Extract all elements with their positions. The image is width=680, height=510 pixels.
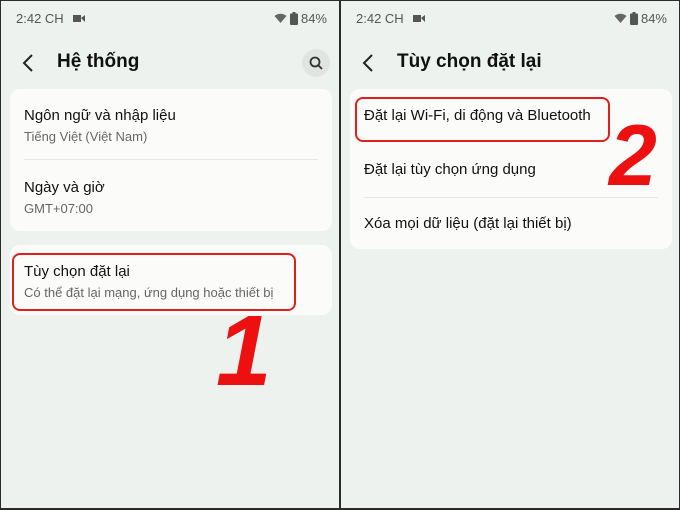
right-screen: 2:42 CH 84% Tùy chọn đặt lại Đặt lại Wi-… <box>341 1 679 508</box>
page-title: Hệ thống <box>57 51 140 72</box>
list-item-reset-options[interactable]: Tùy chọn đặt lại Có thể đặt lại mạng, ứn… <box>24 263 318 300</box>
page-title: Tùy chọn đặt lại <box>397 51 542 72</box>
item-subtitle: Tiếng Việt (Việt Nam) <box>24 129 148 144</box>
wifi-icon <box>274 13 287 23</box>
left-screen: 2:42 CH 84% Hệ thống Ngôn ngữ và nhập li… <box>1 1 339 508</box>
status-bar: 2:42 CH 84% <box>1 1 339 35</box>
item-title: Ngôn ngữ và nhập liệu <box>24 107 176 124</box>
status-time: 2:42 CH <box>356 11 404 26</box>
list-item-date-time[interactable]: Ngày và giờ GMT+07:00 <box>24 179 318 216</box>
wifi-icon <box>614 13 627 23</box>
video-camera-icon <box>73 15 85 22</box>
video-camera-icon <box>413 15 425 22</box>
item-title: Ngày và giờ <box>24 179 105 196</box>
reset-card: Tùy chọn đặt lại Có thể đặt lại mạng, ứn… <box>10 245 332 315</box>
item-title: Tùy chọn đặt lại <box>24 263 130 280</box>
list-item-language[interactable]: Ngôn ngữ và nhập liệu Tiếng Việt (Việt N… <box>24 107 318 144</box>
divider <box>24 159 318 160</box>
list-item-factory-reset[interactable]: Xóa mọi dữ liệu (đặt lại thiết bị) <box>364 215 658 232</box>
item-title: Xóa mọi dữ liệu (đặt lại thiết bị) <box>364 215 572 232</box>
item-subtitle: Có thể đặt lại mạng, ứng dụng hoặc thiết… <box>24 285 274 300</box>
status-time: 2:42 CH <box>16 11 64 26</box>
chevron-left-icon[interactable] <box>17 51 41 75</box>
step-number-2: 2 <box>609 108 657 204</box>
battery-icon <box>629 12 638 25</box>
app-header: Hệ thống <box>1 45 339 81</box>
app-header: Tùy chọn đặt lại <box>341 45 679 81</box>
settings-card: Ngôn ngữ và nhập liệu Tiếng Việt (Việt N… <box>10 89 332 231</box>
search-button[interactable] <box>302 49 330 77</box>
battery-icon <box>289 12 298 25</box>
step-number-1: 1 <box>216 295 272 407</box>
search-icon <box>309 56 323 70</box>
chevron-left-icon[interactable] <box>357 51 381 75</box>
status-bar: 2:42 CH 84% <box>341 1 679 35</box>
battery-percent: 84% <box>640 11 667 26</box>
battery-percent: 84% <box>300 11 327 26</box>
item-subtitle: GMT+07:00 <box>24 201 94 216</box>
